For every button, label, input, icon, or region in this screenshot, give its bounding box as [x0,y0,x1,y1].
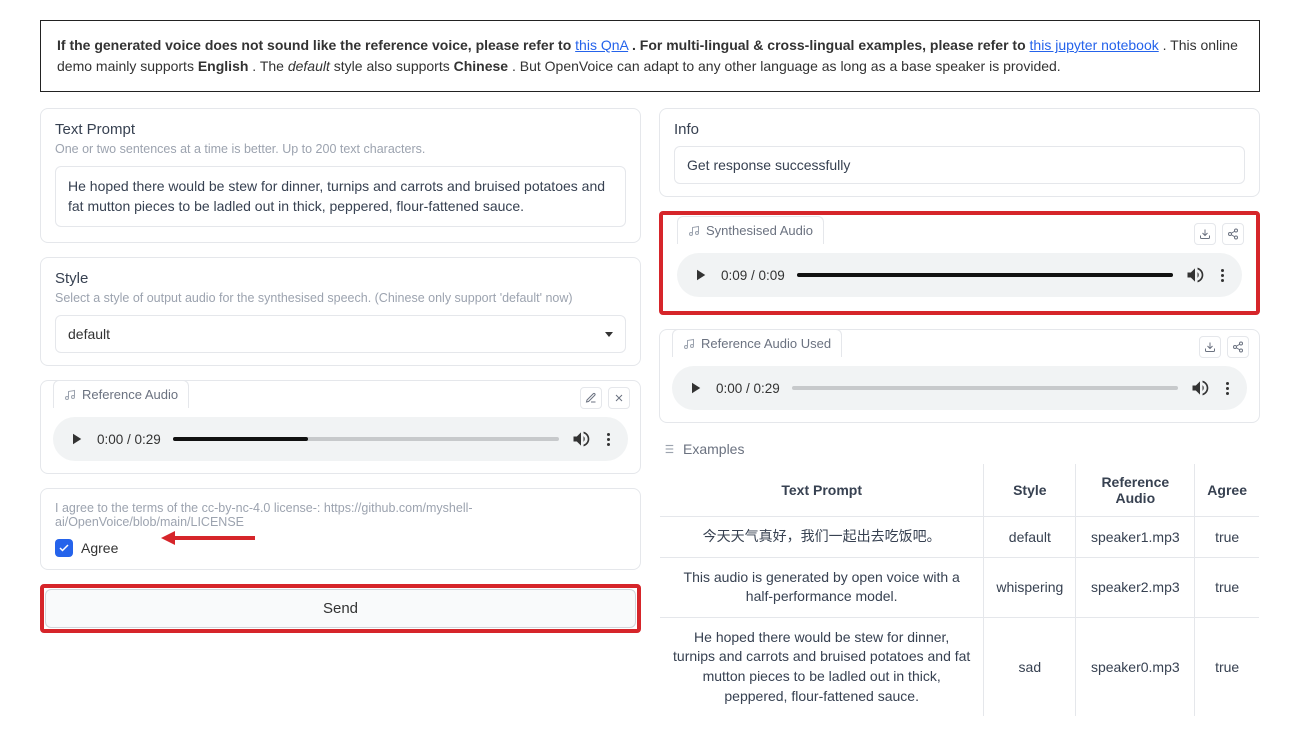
music-icon [64,389,76,401]
audio-progress-fill [797,273,1173,277]
play-button[interactable] [691,266,709,284]
text-prompt-panel: Text Prompt One or two sentences at a ti… [40,108,641,243]
cell-prompt: This audio is generated by open voice wi… [660,557,984,617]
table-row[interactable]: This audio is generated by open voice wi… [660,557,1260,617]
style-value: default [68,326,110,342]
agree-panel: I agree to the terms of the cc-by-nc-4.0… [40,488,641,570]
cell-style: sad [984,617,1076,716]
play-button[interactable] [686,379,704,397]
share-icon[interactable] [1222,223,1244,245]
chevron-down-icon [605,332,613,337]
col-ref-audio: Reference Audio [1076,464,1195,517]
agree-label: Agree [81,540,118,556]
reference-audio-player: 0:00 / 0:29 [53,417,628,461]
cell-agree: true [1195,557,1260,617]
share-icon[interactable] [1227,336,1249,358]
cell-ref: speaker1.mp3 [1076,517,1195,558]
music-icon [683,338,695,350]
info-panel: Info Get response successfully [659,108,1260,197]
text-prompt-title: Text Prompt [55,121,626,138]
kebab-menu-icon[interactable] [1222,378,1233,399]
synth-audio-panel: Synthesised Audio 0:09 [665,217,1254,309]
style-title: Style [55,270,626,287]
ref-used-player: 0:00 / 0:29 [672,366,1247,410]
notebook-link[interactable]: this jupyter notebook [1030,37,1159,53]
cell-agree: true [1195,617,1260,716]
audio-time: 0:00 / 0:29 [97,432,161,447]
reference-audio-tab: Reference Audio [53,380,189,408]
audio-time: 0:00 / 0:29 [716,381,780,396]
kebab-menu-icon[interactable] [603,429,614,450]
qna-link[interactable]: this QnA [575,37,628,53]
text-prompt-sub: One or two sentences at a time is better… [55,142,626,156]
audio-progress[interactable] [173,437,559,441]
info-value: Get response successfully [674,146,1245,184]
ref-used-tab: Reference Audio Used [672,329,842,357]
cell-prompt: 今天天气真好，我们一起出去吃饭吧。 [660,517,984,558]
cell-ref: speaker0.mp3 [1076,617,1195,716]
examples-header: Examples [661,441,1260,457]
download-icon[interactable] [1194,223,1216,245]
col-text-prompt: Text Prompt [660,464,984,517]
reference-audio-panel: Reference Audio 0:00 / 0:29 [40,380,641,474]
audio-progress-fill [173,437,308,441]
arrow-annotation [161,531,255,545]
send-highlight: Send [40,584,641,633]
play-button[interactable] [67,430,85,448]
volume-icon[interactable] [1190,378,1210,398]
synth-audio-highlight: Synthesised Audio 0:09 [659,211,1260,315]
cell-style: whispering [984,557,1076,617]
close-icon[interactable] [608,387,630,409]
download-icon[interactable] [1199,336,1221,358]
kebab-menu-icon[interactable] [1217,265,1228,286]
cell-prompt: He hoped there would be stew for dinner,… [660,617,984,716]
synth-audio-tab: Synthesised Audio [677,216,824,244]
volume-icon[interactable] [571,429,591,449]
notice-banner: If the generated voice does not sound li… [40,20,1260,92]
style-sub: Select a style of output audio for the s… [55,291,626,305]
style-select[interactable]: default [55,315,626,353]
cell-ref: speaker2.mp3 [1076,557,1195,617]
audio-progress[interactable] [792,386,1178,390]
edit-icon[interactable] [580,387,602,409]
audio-progress[interactable] [797,273,1173,277]
examples-table: Text Prompt Style Reference Audio Agree … [659,463,1260,717]
table-row[interactable]: He hoped there would be stew for dinner,… [660,617,1260,716]
text-prompt-input[interactable] [55,166,626,227]
list-icon [661,442,675,456]
agree-checkbox[interactable] [55,539,73,557]
license-text: I agree to the terms of the cc-by-nc-4.0… [55,501,626,529]
col-style: Style [984,464,1076,517]
table-row[interactable]: 今天天气真好，我们一起出去吃饭吧。defaultspeaker1.mp3true [660,517,1260,558]
music-icon [688,225,700,237]
cell-style: default [984,517,1076,558]
cell-agree: true [1195,517,1260,558]
info-title: Info [674,121,1245,138]
style-panel: Style Select a style of output audio for… [40,257,641,366]
audio-time: 0:09 / 0:09 [721,268,785,283]
send-button[interactable]: Send [45,589,636,628]
ref-used-panel: Reference Audio Used 0:00 / 0:29 [659,329,1260,423]
synth-audio-player: 0:09 / 0:09 [677,253,1242,297]
volume-icon[interactable] [1185,265,1205,285]
col-agree: Agree [1195,464,1260,517]
